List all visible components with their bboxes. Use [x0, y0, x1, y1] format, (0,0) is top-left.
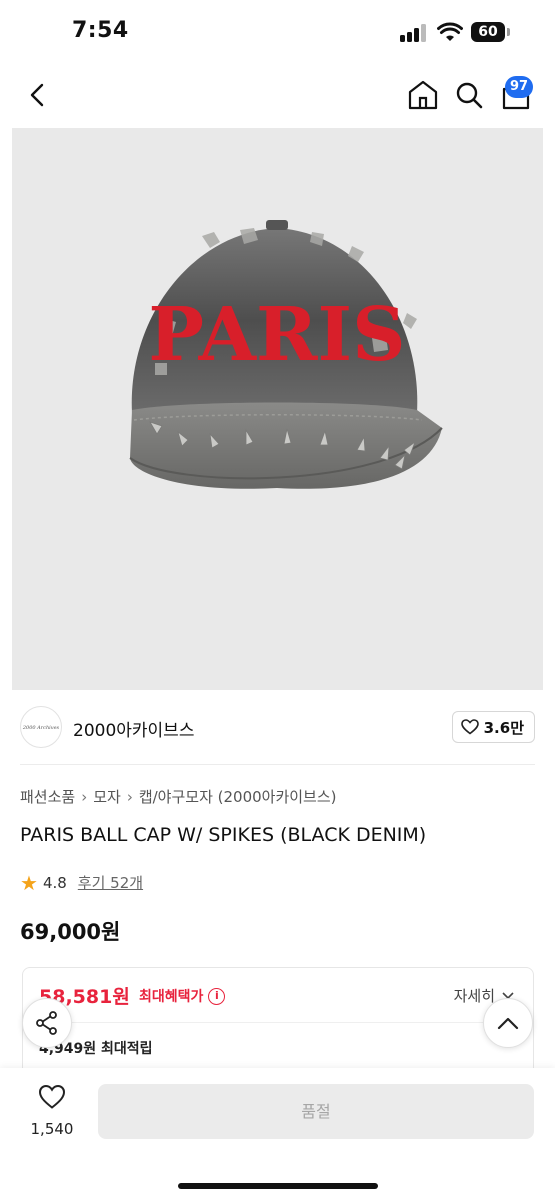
status-bar: 7:54 60	[0, 0, 555, 64]
share-icon	[36, 1011, 57, 1035]
divider	[39, 1022, 517, 1023]
divider	[20, 764, 535, 765]
nav-bar	[0, 64, 555, 128]
brand-like-button[interactable]: 3.6만	[451, 711, 535, 743]
heart-icon	[460, 719, 479, 735]
status-time: 7:54	[72, 18, 129, 43]
breadcrumb-item[interactable]: 모자	[93, 786, 121, 807]
wishlist-count: 1,540	[30, 1120, 74, 1138]
chevron-right-icon: ›	[81, 787, 88, 806]
cap-embroidery-text: PARIS	[148, 292, 405, 378]
sold-out-button[interactable]: 품절	[98, 1084, 534, 1139]
home-indicator	[178, 1183, 378, 1189]
product-image[interactable]: PARIS	[12, 128, 543, 690]
brand-name[interactable]: 2000아카이브스	[73, 716, 194, 741]
wifi-icon	[437, 22, 463, 41]
cart-count-badge: 97	[505, 76, 533, 98]
signal-icon	[400, 24, 428, 42]
product-price: 69,000원	[20, 920, 121, 944]
chevron-up-icon	[497, 1017, 519, 1030]
bottom-action-bar: 1,540 품절	[0, 1068, 555, 1200]
wishlist-button[interactable]: 1,540	[22, 1084, 82, 1138]
review-count-link[interactable]: 후기 52개	[78, 872, 143, 893]
brand-like-count: 3.6만	[483, 718, 524, 737]
battery-icon: 60	[471, 22, 505, 42]
benefit-box: 58,581원 최대혜택가 i 자세히 4,949원 최대적립	[22, 967, 534, 1077]
heart-icon	[38, 1084, 66, 1109]
max-benefit-label-text: 최대혜택가	[139, 989, 204, 1005]
home-icon[interactable]	[405, 77, 441, 113]
rating-row: ★ 4.8 후기 52개	[20, 872, 143, 893]
brand-row[interactable]: 2000 Archives 2000아카이브스 3.6만	[20, 706, 535, 748]
info-icon[interactable]: i	[208, 987, 226, 1005]
breadcrumb: 패션소품 › 모자 › 캡/야구모자 (2000아카이브스)	[20, 786, 337, 807]
search-icon[interactable]	[451, 77, 487, 113]
rating-value: 4.8	[42, 873, 67, 892]
detail-label: 자세히	[453, 987, 495, 1005]
product-title: PARIS BALL CAP W/ SPIKES (BLACK DENIM)	[20, 824, 427, 846]
breadcrumb-item[interactable]: 패션소품	[20, 786, 75, 807]
chevron-left-icon[interactable]	[22, 78, 54, 112]
brand-logo[interactable]: 2000 Archives	[20, 706, 62, 748]
breadcrumb-item[interactable]: 캡/야구모자 (2000아카이브스)	[139, 786, 337, 807]
max-benefit-label: 최대혜택가 i	[139, 986, 226, 1006]
scroll-top-button[interactable]	[483, 998, 533, 1048]
star-icon: ★	[20, 870, 38, 895]
cap-illustration: PARIS	[129, 220, 443, 489]
chevron-right-icon: ›	[126, 787, 133, 806]
share-button[interactable]	[22, 998, 72, 1048]
